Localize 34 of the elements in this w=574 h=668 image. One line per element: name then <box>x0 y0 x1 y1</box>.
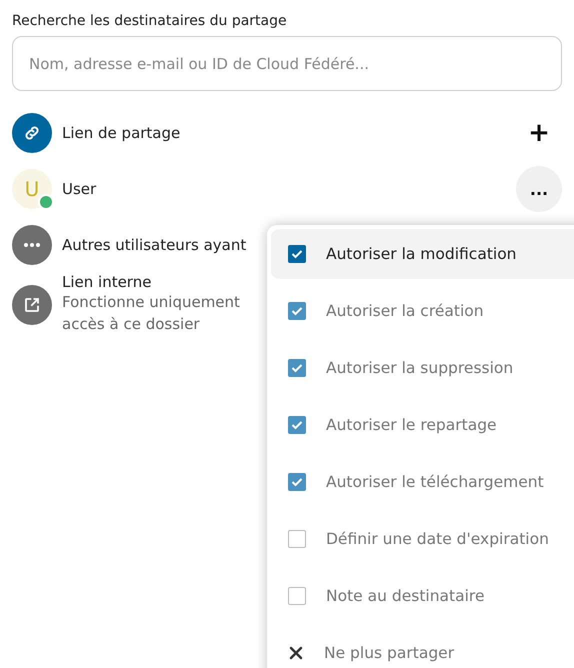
menu-item[interactable]: Ne plus partager <box>271 628 574 668</box>
share-title: User <box>62 180 96 198</box>
menu-item[interactable]: Autoriser la suppression <box>271 343 574 393</box>
share-title: Lien de partage <box>62 124 180 142</box>
checkbox[interactable] <box>288 587 306 605</box>
check-icon <box>291 477 303 487</box>
checkbox[interactable] <box>288 416 306 434</box>
close-icon <box>288 645 304 661</box>
menu-item[interactable]: Autoriser le téléchargement <box>271 457 574 507</box>
check-icon <box>291 363 303 373</box>
share-title: Lien interne <box>62 273 152 291</box>
search-label: Recherche les destinataires du partage <box>12 12 288 31</box>
menu-item[interactable]: Autoriser la création <box>271 286 574 336</box>
menu-item[interactable]: Autoriser la modification <box>271 229 574 279</box>
menu-item[interactable]: Note au destinataire <box>271 571 574 621</box>
check-icon <box>291 306 303 316</box>
menu-item[interactable]: Autoriser le repartage <box>271 400 574 450</box>
checkbox[interactable] <box>288 245 306 263</box>
share-description: Fonctionne uniquement accès à ce dossier <box>62 292 240 335</box>
external-link-icon <box>23 296 41 314</box>
check-icon <box>291 420 303 430</box>
link-icon <box>23 124 41 142</box>
checkbox[interactable] <box>288 473 306 491</box>
add-button[interactable]: + <box>516 110 562 156</box>
user-avatar: U <box>12 169 52 209</box>
checkbox[interactable] <box>288 530 306 548</box>
checkbox[interactable] <box>288 359 306 377</box>
more-button[interactable]: ... <box>516 166 562 212</box>
check-icon <box>291 249 303 259</box>
menu-item[interactable]: Définir une date d'expiration <box>271 514 574 564</box>
search-field[interactable]: Nom, adresse e-mail ou ID de Cloud Fédéré... <box>12 36 562 91</box>
share-title: Autres utilisateurs ayant <box>62 236 246 254</box>
checkbox[interactable] <box>288 302 306 320</box>
more-icon <box>23 243 41 247</box>
